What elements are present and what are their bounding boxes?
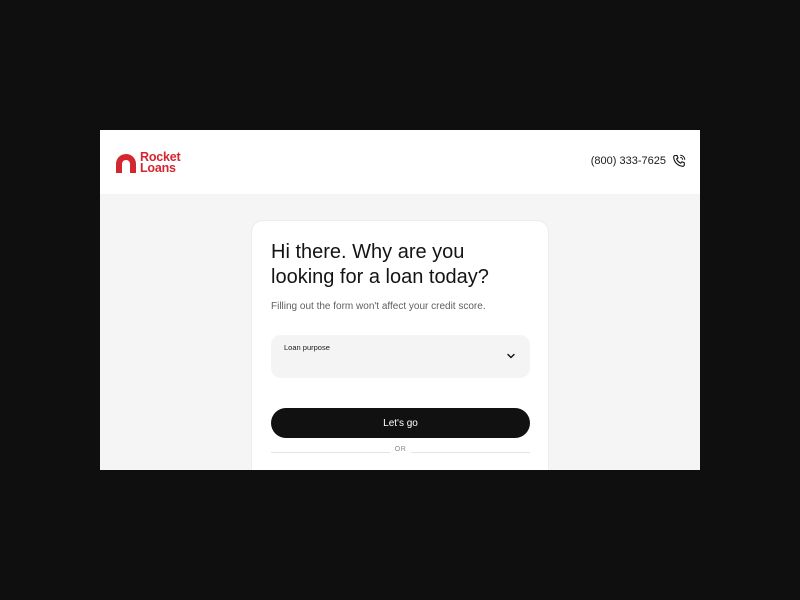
loan-purpose-label: Loan purpose bbox=[284, 343, 330, 352]
phone-icon[interactable] bbox=[672, 154, 686, 168]
loan-form-card: Hi there. Why are you looking for a loan… bbox=[251, 220, 549, 470]
phone-contact[interactable]: (800) 333-7625 bbox=[591, 154, 686, 168]
loan-purpose-select[interactable]: Loan purpose bbox=[271, 335, 530, 378]
form-subtitle: Filling out the form won't affect your c… bbox=[271, 301, 486, 312]
logo-wordmark: Rocket Loans bbox=[140, 151, 181, 175]
logo-wordmark-line2: Loans bbox=[140, 161, 176, 175]
browser-viewport: Rocket Loans (800) 333-7625 Hi there. Wh… bbox=[100, 130, 700, 470]
chevron-down-icon[interactable] bbox=[506, 352, 516, 360]
site-header: Rocket Loans (800) 333-7625 bbox=[100, 130, 700, 194]
divider-or-text: OR bbox=[389, 446, 412, 453]
lets-go-button[interactable]: Let's go bbox=[271, 408, 530, 438]
rocket-loans-logo[interactable]: Rocket Loans bbox=[114, 150, 181, 176]
or-divider: OR bbox=[271, 446, 530, 458]
phone-number[interactable]: (800) 333-7625 bbox=[591, 155, 666, 167]
form-title: Hi there. Why are you looking for a loan… bbox=[271, 241, 489, 288]
rocket-logo-icon bbox=[116, 154, 136, 173]
